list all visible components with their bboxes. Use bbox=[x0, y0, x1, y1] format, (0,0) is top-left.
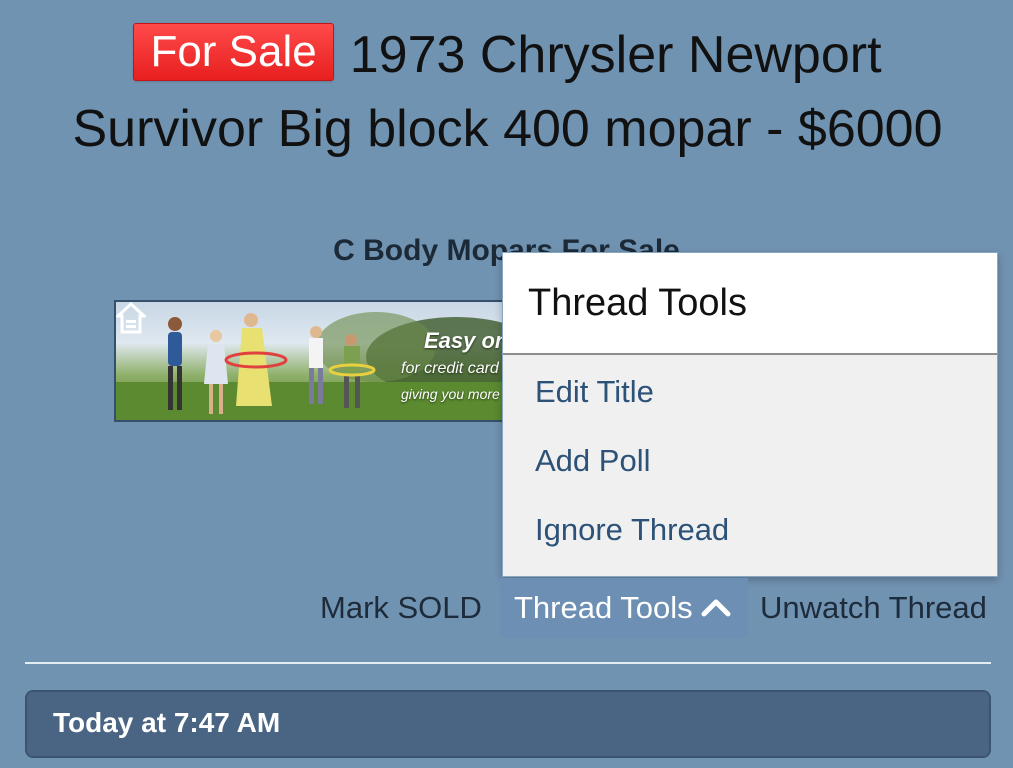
page: For Sale 1973 Chrysler Newport Survivor B… bbox=[0, 0, 1013, 768]
mark-sold-link[interactable]: Mark SOLD bbox=[320, 578, 482, 638]
unwatch-thread-link[interactable]: Unwatch Thread bbox=[760, 578, 987, 638]
menu-item-add-poll[interactable]: Add Poll bbox=[503, 426, 997, 495]
ad-tagline: giving you more t bbox=[401, 386, 508, 402]
menu-item-ignore-thread[interactable]: Ignore Thread bbox=[503, 495, 997, 564]
thread-tools-button-label: Thread Tools bbox=[514, 590, 693, 625]
thread-tools-menu-header: Thread Tools bbox=[503, 253, 997, 355]
ad-subline: for credit card bbox=[401, 360, 499, 377]
ad-banner[interactable]: Easy onli for credit card giving you mor… bbox=[114, 300, 514, 422]
thread-title: For Sale 1973 Chrysler Newport Survivor B… bbox=[60, 18, 955, 166]
divider bbox=[25, 662, 991, 664]
prefix-badge[interactable]: For Sale bbox=[133, 23, 334, 81]
thread-tools-button[interactable]: Thread Tools bbox=[500, 578, 748, 638]
chevron-up-icon bbox=[701, 577, 731, 637]
post-header: Today at 7:47 AM bbox=[25, 690, 991, 758]
house-icon bbox=[116, 302, 146, 334]
menu-item-edit-title[interactable]: Edit Title bbox=[503, 357, 997, 426]
thread-tools-menu: Thread Tools Edit Title Add Poll Ignore … bbox=[502, 252, 998, 577]
ad-headline: Easy onli bbox=[424, 328, 514, 353]
thread-tools-menu-items: Edit Title Add Poll Ignore Thread bbox=[503, 355, 997, 564]
post-timestamp[interactable]: Today at 7:47 AM bbox=[53, 707, 280, 738]
